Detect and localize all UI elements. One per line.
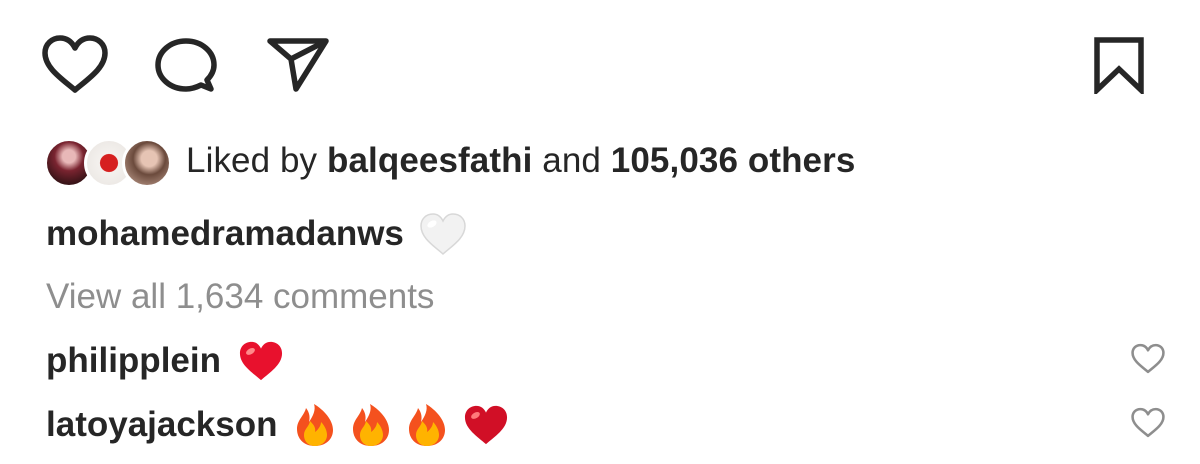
comment-bubble-icon — [155, 38, 217, 92]
heart-outline-icon — [1131, 407, 1165, 438]
view-all-comments-link[interactable]: View all 1,634 comments — [46, 272, 434, 322]
fire-emoji — [294, 402, 336, 448]
bookmark-icon — [1094, 37, 1144, 94]
heart-outline-icon — [42, 35, 108, 93]
paper-plane-icon — [267, 38, 329, 92]
save-button[interactable] — [1093, 36, 1145, 94]
likes-connector: and — [542, 141, 601, 180]
action-bar — [0, 0, 1200, 120]
caption: mohamedramadanws — [46, 206, 468, 262]
comment-username-link[interactable]: latoyajackson — [46, 405, 278, 445]
white-heart-emoji — [418, 211, 468, 257]
fire-emoji — [406, 402, 448, 448]
comment-like-button[interactable] — [1130, 407, 1166, 444]
liker-avatars — [44, 136, 172, 188]
likes-count-link[interactable]: 105,036 others — [611, 141, 856, 180]
likes-prefix: Liked by — [186, 141, 318, 180]
comment-username-link[interactable]: philipplein — [46, 341, 221, 381]
red-heart-emoji — [462, 403, 510, 447]
comment-like-button[interactable] — [1130, 343, 1166, 380]
likes-text: Liked by balqeesfathi and 105,036 others — [186, 136, 855, 186]
comment-button[interactable] — [154, 36, 218, 96]
fire-emoji — [350, 402, 392, 448]
comment-text — [237, 339, 299, 383]
likes-summary[interactable]: Liked by balqeesfathi and 105,036 others — [44, 136, 855, 188]
liker-username-link[interactable]: balqeesfathi — [327, 141, 532, 180]
comment-text — [294, 402, 524, 448]
like-button[interactable] — [40, 34, 110, 96]
heart-outline-icon — [1131, 343, 1165, 374]
red-heart-emoji — [237, 339, 285, 383]
comment-row: latoyajackson — [46, 397, 1166, 453]
share-button[interactable] — [266, 36, 330, 94]
comment-row: philipplein — [46, 333, 1166, 389]
avatar — [122, 138, 172, 188]
caption-username-link[interactable]: mohamedramadanws — [46, 214, 404, 254]
